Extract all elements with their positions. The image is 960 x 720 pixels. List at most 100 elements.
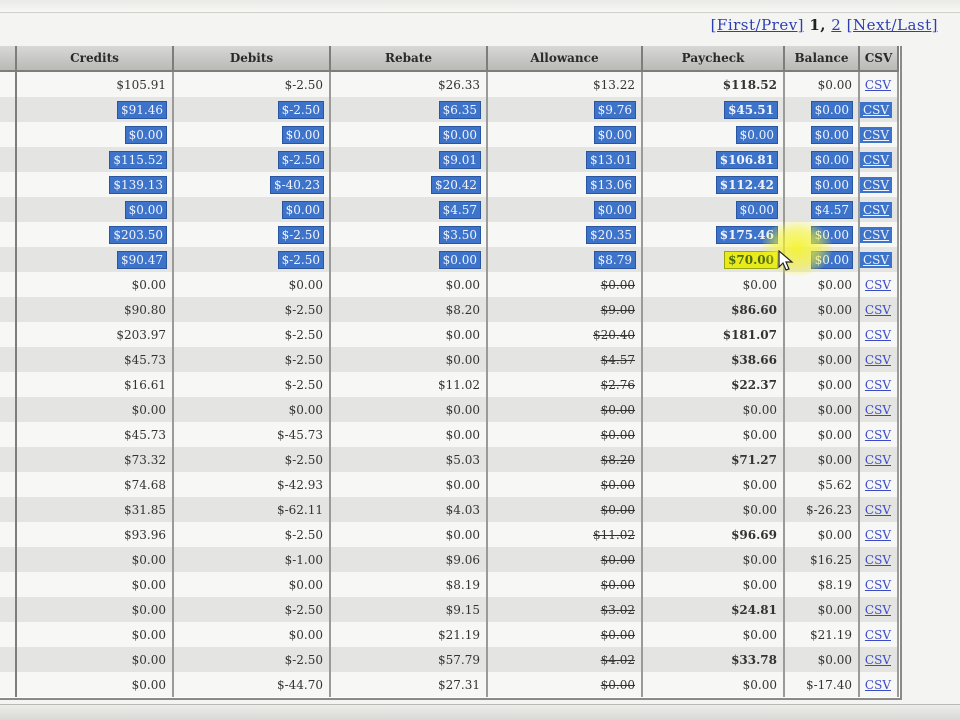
header-credits[interactable]: Credits: [16, 46, 174, 72]
csv-link[interactable]: CSV: [860, 101, 893, 118]
table-row[interactable]: $45.73 $-2.50 $0.00 $4.57 $38.66 $0.00 CSV: [0, 347, 899, 372]
table-row[interactable]: $0.00 $-2.50 $57.79 $4.02 $33.78 $0.00 CSV: [0, 647, 899, 672]
csv-link[interactable]: CSV: [865, 553, 891, 567]
csv-link[interactable]: CSV: [865, 353, 891, 367]
rebate-value: $9.06: [445, 552, 480, 567]
csv-link[interactable]: CSV: [865, 303, 891, 317]
allowance-value: $0.00: [600, 402, 635, 417]
cell-rebate: $26.33: [330, 71, 488, 97]
table-row[interactable]: $0.00 $0.00 $0.00 $0.00 $0.00 $0.00 CSV: [0, 397, 899, 422]
table-row[interactable]: $139.13 $-40.23 $20.42 $13.06 $112.42 $0.00 CS…: [0, 172, 899, 197]
csv-link[interactable]: CSV: [865, 528, 891, 542]
header-balance[interactable]: Balance: [784, 46, 860, 72]
csv-link[interactable]: CSV: [860, 176, 893, 193]
csv-link[interactable]: CSV: [865, 653, 891, 667]
cell-allowance: $0.00: [487, 422, 643, 447]
table-row[interactable]: $91.46 $-2.50 $6.35 $9.76 $45.51 $0.00 CSV: [0, 97, 899, 122]
allowance-value: $0.00: [593, 125, 637, 144]
header-paycheck[interactable]: Paycheck: [642, 46, 785, 72]
row-lead-cell: [0, 672, 17, 697]
page-2-link[interactable]: 2: [831, 16, 841, 34]
cell-paycheck: $22.37: [642, 372, 785, 397]
allowance-value: $0.00: [600, 577, 635, 592]
csv-link[interactable]: CSV: [865, 628, 891, 642]
balance-value: $0.00: [817, 427, 852, 442]
table-row[interactable]: $0.00 $-2.50 $9.15 $3.02 $24.81 $0.00 CSV: [0, 597, 899, 622]
csv-link[interactable]: CSV: [860, 151, 893, 168]
cell-rebate: $3.50: [330, 222, 488, 247]
cell-credits: $105.91: [16, 71, 174, 97]
cell-paycheck: $0.00: [642, 572, 785, 597]
table-row[interactable]: $73.32 $-2.50 $5.03 $8.20 $71.27 $0.00 CSV: [0, 447, 899, 472]
paycheck-value: $0.00: [735, 200, 779, 219]
table-row[interactable]: $0.00 $0.00 $8.19 $0.00 $0.00 $8.19 CSV: [0, 572, 899, 597]
table-row[interactable]: $0.00 $-1.00 $9.06 $0.00 $0.00 $16.25 CSV: [0, 547, 899, 572]
rebate-value: $0.00: [445, 427, 480, 442]
csv-link[interactable]: CSV: [865, 428, 891, 442]
table-row[interactable]: $90.47 $-2.50 $0.00 $8.79 $70.00 $0.00 CSV: [0, 247, 899, 272]
cell-paycheck: $96.69: [642, 522, 785, 547]
table-row[interactable]: $0.00 $0.00 $0.00 $0.00 $0.00 $0.00 CSV: [0, 122, 899, 147]
header-debits[interactable]: Debits: [173, 46, 331, 72]
cell-debits: $-44.70: [173, 672, 331, 697]
header-rebate[interactable]: Rebate: [330, 46, 488, 72]
csv-link[interactable]: CSV: [860, 251, 893, 268]
cell-csv: CSV: [859, 272, 899, 297]
csv-link[interactable]: CSV: [865, 603, 891, 617]
csv-link[interactable]: CSV: [865, 278, 891, 292]
row-lead-cell: [0, 297, 17, 322]
table-row[interactable]: $115.52 $-2.50 $9.01 $13.01 $106.81 $0.00 CSV: [0, 147, 899, 172]
balance-value: $0.00: [810, 125, 854, 144]
cell-csv: CSV: [859, 497, 899, 522]
rebate-value: $9.01: [438, 150, 482, 169]
cell-balance: $0.00: [784, 147, 860, 172]
table-row[interactable]: $45.73 $-45.73 $0.00 $0.00 $0.00 $0.00 CSV: [0, 422, 899, 447]
cell-allowance: $0.00: [487, 397, 643, 422]
cell-credits: $45.73: [16, 422, 174, 447]
csv-link[interactable]: CSV: [865, 478, 891, 492]
table-row[interactable]: $90.80 $-2.50 $8.20 $9.00 $86.60 $0.00 CSV: [0, 297, 899, 322]
csv-link[interactable]: CSV: [865, 78, 891, 92]
cell-csv: CSV: [859, 147, 899, 172]
cell-allowance: $0.00: [487, 622, 643, 647]
table-row[interactable]: $74.68 $-42.93 $0.00 $0.00 $0.00 $5.62 CSV: [0, 472, 899, 497]
balance-value: $21.19: [810, 627, 852, 642]
csv-link[interactable]: CSV: [865, 578, 891, 592]
row-lead-cell: [0, 622, 17, 647]
csv-link[interactable]: CSV: [865, 453, 891, 467]
table-row[interactable]: $0.00 $0.00 $21.19 $0.00 $0.00 $21.19 CSV: [0, 622, 899, 647]
cell-debits: $-2.50: [173, 322, 331, 347]
csv-link[interactable]: CSV: [860, 226, 893, 243]
csv-link[interactable]: CSV: [865, 503, 891, 517]
table-row[interactable]: $203.50 $-2.50 $3.50 $20.35 $175.46 $0.00 CSV: [0, 222, 899, 247]
credits-value: $90.47: [117, 250, 167, 269]
table-row[interactable]: $0.00 $0.00 $4.57 $0.00 $0.00 $4.57 CSV: [0, 197, 899, 222]
cell-csv: CSV: [859, 597, 899, 622]
header-allowance[interactable]: Allowance: [487, 46, 643, 72]
next-last-link[interactable]: [Next/Last]: [847, 16, 938, 34]
rebate-value: $21.19: [438, 627, 480, 642]
csv-link[interactable]: CSV: [860, 201, 893, 218]
csv-link[interactable]: CSV: [865, 678, 891, 692]
debits-value: $-2.50: [284, 652, 323, 667]
csv-link[interactable]: CSV: [865, 403, 891, 417]
cell-csv: CSV: [859, 447, 899, 472]
balance-value: $-17.40: [805, 677, 852, 692]
csv-link[interactable]: CSV: [865, 378, 891, 392]
table-row[interactable]: $16.61 $-2.50 $11.02 $2.76 $22.37 $0.00 CSV: [0, 372, 899, 397]
table-row[interactable]: $203.97 $-2.50 $0.00 $20.40 $181.07 $0.00 CSV: [0, 322, 899, 347]
csv-link[interactable]: CSV: [860, 126, 893, 143]
cell-balance: $16.25: [784, 547, 860, 572]
cell-csv: CSV: [859, 572, 899, 597]
credits-value: $0.00: [124, 125, 168, 144]
table-row[interactable]: $31.85 $-62.11 $4.03 $0.00 $0.00 $-26.23 CSV: [0, 497, 899, 522]
header-csv[interactable]: CSV: [859, 46, 899, 72]
first-prev-link[interactable]: [First/Prev]: [711, 16, 804, 34]
cell-csv: CSV: [859, 522, 899, 547]
table-row[interactable]: $0.00 $-44.70 $27.31 $0.00 $0.00 $-17.40 CSV: [0, 672, 899, 697]
csv-link[interactable]: CSV: [865, 328, 891, 342]
table-row[interactable]: $93.96 $-2.50 $0.00 $11.02 $96.69 $0.00 CSV: [0, 522, 899, 547]
allowance-value: $13.01: [586, 150, 636, 169]
table-row[interactable]: $105.91 $-2.50 $26.33 $13.22 $118.52 $0.00 CSV: [0, 71, 899, 97]
table-row[interactable]: $0.00 $0.00 $0.00 $0.00 $0.00 $0.00 CSV: [0, 272, 899, 297]
